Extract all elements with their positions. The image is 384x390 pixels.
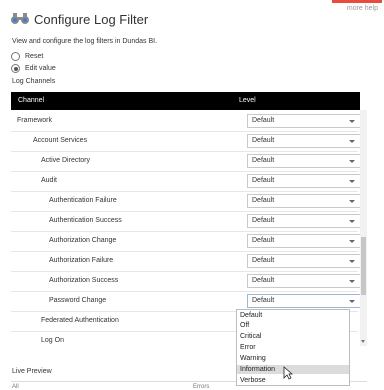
- table-row[interactable]: Authorization Change Default: [11, 231, 361, 251]
- level-select-value: Default: [252, 137, 275, 144]
- channel-name: Audit: [41, 177, 57, 184]
- table-scrollbar[interactable]: [360, 110, 367, 346]
- channel-name: Authorization Change: [49, 237, 117, 244]
- channel-name: Active Directory: [41, 157, 91, 164]
- dropdown-option-information[interactable]: Information: [237, 365, 349, 374]
- table-row[interactable]: Account Services Default: [11, 131, 361, 151]
- level-dropdown-menu[interactable]: Default Off Critical Error Warning Infor…: [236, 309, 350, 386]
- level-column-header: Level: [239, 97, 256, 104]
- preview-errors-column[interactable]: Errors: [193, 384, 209, 390]
- chevron-down-icon: [349, 200, 355, 203]
- channel-name: Log On: [41, 337, 64, 344]
- description-text: View and configure the log filters in Du…: [12, 38, 158, 45]
- channel-name: Authentication Failure: [49, 197, 117, 204]
- level-select[interactable]: Default: [247, 214, 361, 228]
- channel-name: Authorization Failure: [49, 257, 114, 264]
- dropdown-option-off[interactable]: Off: [237, 321, 349, 330]
- channel-name: Authorization Success: [49, 277, 119, 284]
- table-row[interactable]: Authorization Failure Default: [11, 251, 361, 271]
- level-select-value: Default: [252, 217, 275, 224]
- table-row[interactable]: Framework Default: [11, 111, 361, 131]
- preview-all-column[interactable]: All: [12, 384, 19, 390]
- chevron-down-icon: [349, 220, 355, 223]
- reset-radio-label[interactable]: Reset: [25, 53, 43, 60]
- channel-name: Account Services: [33, 137, 88, 144]
- dropdown-option-verbose[interactable]: Verbose: [237, 376, 349, 385]
- level-select[interactable]: Default: [247, 234, 361, 248]
- level-select-value: Default: [252, 297, 275, 304]
- table-row[interactable]: Authentication Failure Default: [11, 191, 361, 211]
- log-channels-label: Log Channels: [12, 78, 56, 85]
- table-row[interactable]: Authentication Success Default: [11, 211, 361, 231]
- dropdown-option-error[interactable]: Error: [237, 343, 349, 352]
- scrollbar-thumb[interactable]: [361, 237, 366, 295]
- table-row[interactable]: Password Change Default: [11, 291, 361, 311]
- table-row[interactable]: Audit Default: [11, 171, 361, 191]
- table-row[interactable]: Active Directory Default: [11, 151, 361, 171]
- channel-name: Authentication Success: [49, 217, 122, 224]
- more-help-link[interactable]: more help: [347, 5, 378, 12]
- scroll-down-arrow-icon[interactable]: [361, 340, 365, 343]
- chevron-down-icon: [349, 240, 355, 243]
- chevron-down-icon: [349, 140, 355, 143]
- mouse-pointer-icon: [283, 366, 293, 380]
- binoculars-icon: [11, 13, 29, 24]
- page-title: Configure Log Filter: [34, 12, 149, 27]
- level-select[interactable]: Default: [247, 154, 361, 168]
- dropdown-option-critical[interactable]: Critical: [237, 332, 349, 341]
- chevron-down-icon: [349, 120, 355, 123]
- level-select[interactable]: Default: [247, 194, 361, 208]
- channel-name: Framework: [17, 117, 53, 124]
- level-select-value: Default: [252, 257, 275, 264]
- top-accent-bar: [332, 0, 382, 3]
- dropdown-option-default[interactable]: Default: [237, 311, 349, 320]
- level-select-value: Default: [252, 197, 275, 204]
- chevron-down-icon: [349, 300, 355, 303]
- edit-value-radio-label[interactable]: Edit value: [25, 65, 56, 72]
- live-preview-label: Live Preview: [12, 368, 52, 375]
- level-select[interactable]: Default: [247, 134, 361, 148]
- level-select[interactable]: Default: [247, 254, 361, 268]
- edit-value-radio[interactable]: [11, 64, 20, 73]
- table-row[interactable]: Authorization Success Default: [11, 271, 361, 291]
- level-select[interactable]: Default: [247, 294, 361, 308]
- channel-name: Password Change: [49, 297, 107, 304]
- chevron-down-icon: [349, 180, 355, 183]
- level-select-value: Default: [252, 237, 275, 244]
- chevron-down-icon: [349, 160, 355, 163]
- chevron-down-icon: [349, 280, 355, 283]
- table-header: Channel Level: [11, 92, 360, 110]
- level-select[interactable]: Default: [247, 274, 361, 288]
- channel-column-header: Channel: [18, 97, 45, 104]
- level-select-value: Default: [252, 117, 275, 124]
- chevron-down-icon: [349, 260, 355, 263]
- reset-radio[interactable]: [11, 52, 20, 61]
- channel-name: Federated Authentication: [41, 317, 119, 324]
- level-select[interactable]: Default: [247, 114, 361, 128]
- level-select[interactable]: Default: [247, 174, 361, 188]
- level-select-value: Default: [252, 277, 275, 284]
- level-select-value: Default: [252, 177, 275, 184]
- level-select-value: Default: [252, 157, 275, 164]
- dropdown-option-warning[interactable]: Warning: [237, 354, 349, 363]
